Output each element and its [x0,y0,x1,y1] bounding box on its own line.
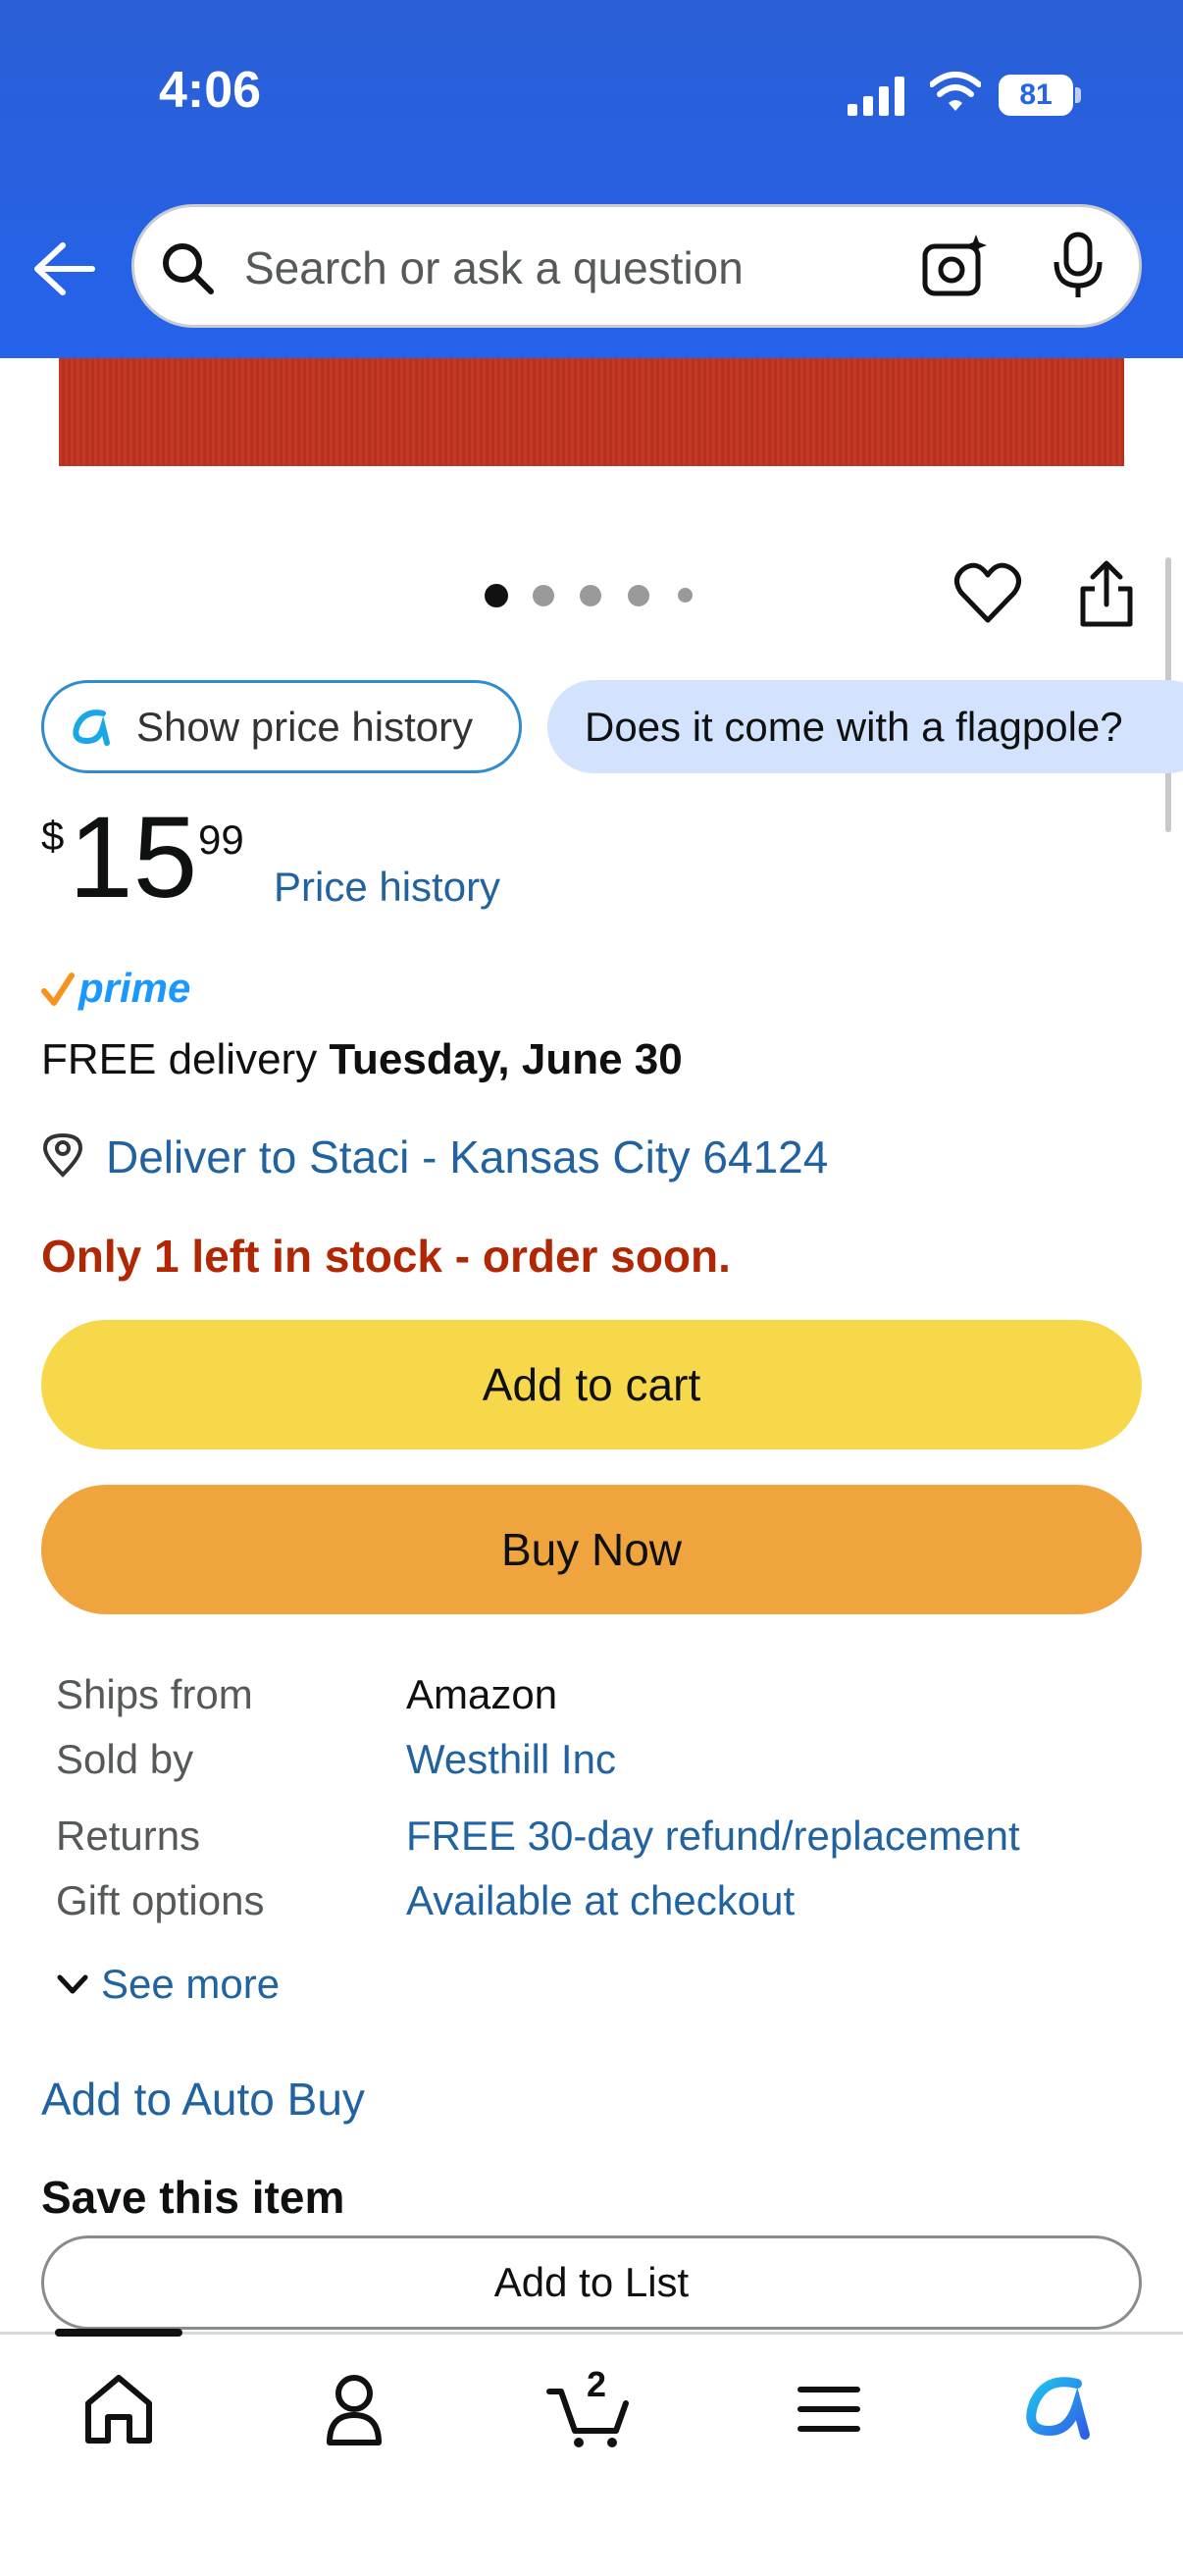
account-icon[interactable] [310,2370,398,2448]
show-price-history-chip[interactable]: Show price history [41,680,522,773]
price-history-link[interactable]: Price history [274,864,500,911]
ships-from-value: Amazon [406,1671,558,1717]
microphone-icon[interactable] [1051,231,1106,301]
cart-count-badge: 2 [587,2364,607,2404]
menu-icon[interactable] [785,2370,873,2448]
gift-options-link[interactable]: Available at checkout [406,1877,795,1924]
see-more-toggle[interactable]: See more [56,1961,280,2008]
product-image[interactable] [59,358,1124,466]
carousel-dot[interactable] [678,588,693,603]
heart-icon[interactable] [953,559,1022,628]
see-more-label: See more [101,1961,281,2007]
delivery-prefix: FREE delivery [41,1035,330,1083]
sold-by-link[interactable]: Westhill Inc [406,1736,616,1783]
bottom-nav: 2 [0,2329,1183,2576]
back-arrow-icon[interactable] [29,239,98,298]
chip-label: Does it come with a flagpole? [585,703,1123,750]
search-bar[interactable] [131,204,1142,328]
active-tab-indicator [55,2329,182,2337]
share-icon[interactable] [1077,559,1136,630]
gift-options-label: Gift options [56,1877,265,1923]
add-to-cart-button[interactable]: Add to cart [41,1320,1142,1449]
battery-tip [1075,87,1081,103]
prime-check-icon [41,973,75,1006]
search-icon [163,243,214,294]
battery-indicator: 81 [999,75,1073,116]
stock-message: Only 1 left in stock - order soon. [41,1231,731,1282]
carousel-dot[interactable] [580,585,601,606]
location-pin-icon [42,1132,83,1178]
question-chip[interactable]: Does it come with a flagpole? [547,680,1183,773]
signal-icon [848,77,904,116]
add-to-auto-buy-link[interactable]: Add to Auto Buy [41,2073,365,2126]
buy-now-button[interactable]: Buy Now [41,1485,1142,1614]
home-icon[interactable] [75,2370,163,2448]
prime-logo: prime [41,964,190,1013]
save-item-heading: Save this item [41,2172,345,2223]
wifi-icon [930,72,981,111]
chevron-down-icon [57,1974,88,1994]
sold-by-label: Sold by [56,1736,194,1782]
delivery-date: Tuesday, June 30 [329,1035,683,1083]
carousel-dot[interactable] [533,585,554,606]
prime-text: prime [78,965,191,1011]
search-input[interactable] [242,233,894,303]
price-fraction: 99 [198,816,244,863]
header: 4:06 81 [0,0,1183,358]
status-time: 4:06 [159,62,262,119]
rufus-icon[interactable] [1016,2370,1105,2448]
add-to-list-button[interactable]: Add to List [41,2235,1142,2330]
camera-lens-icon[interactable] [919,231,990,301]
carousel-dot[interactable] [628,585,649,606]
chip-label: Show price history [136,703,474,750]
rufus-icon [73,709,110,746]
carousel-dot-active[interactable] [485,584,508,607]
ships-from-label: Ships from [56,1671,253,1717]
deliver-to-link[interactable]: Deliver to Staci - Kansas City 64124 [106,1130,828,1183]
price-whole: 15 [69,793,198,922]
returns-label: Returns [56,1813,201,1859]
price-currency: $ [41,813,65,859]
delivery-info: FREE delivery Tuesday, June 30 [41,1035,683,1084]
returns-link[interactable]: FREE 30-day refund/replacement [406,1813,1020,1860]
